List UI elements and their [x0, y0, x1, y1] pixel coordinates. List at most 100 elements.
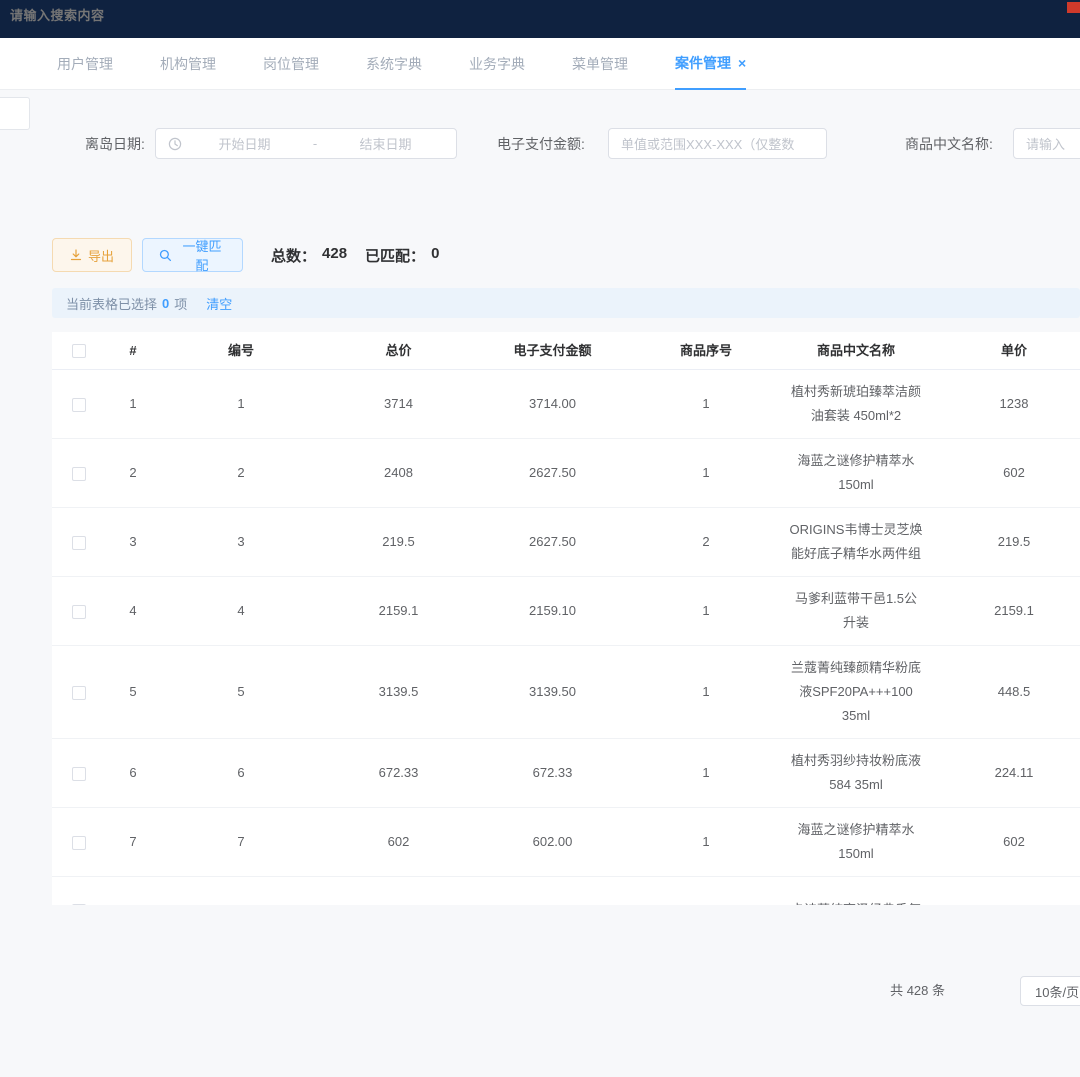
- tab-org-management[interactable]: 机构管理: [160, 38, 216, 90]
- header-unit-price: 单价: [929, 335, 1080, 367]
- cell-total-price: 1066.47: [321, 888, 476, 905]
- selection-prefix: 当前表格已选择: [66, 294, 157, 313]
- cell-index: 8: [105, 888, 161, 905]
- cell-epay-amount: 2627.50: [476, 520, 629, 564]
- matched-label: 已匹配：: [365, 245, 425, 266]
- cell-unit-price: 602: [929, 451, 1080, 495]
- tab-post-management[interactable]: 岗位管理: [263, 38, 319, 90]
- epay-amount-label: 电子支付金额:: [497, 128, 585, 160]
- table-row: 2 2 2408 2627.50 1 海蓝之谜修护精萃水 150ml 602: [52, 439, 1080, 508]
- end-date-placeholder: 结束日期: [327, 134, 444, 153]
- table-row: 5 5 3139.5 3139.50 1 兰蔻菁纯臻颜精华粉底液SPF20PA+…: [52, 646, 1080, 739]
- cell-product-seq: 1: [629, 888, 783, 905]
- cell-product-name: 海蓝之谜修护精萃水 150ml: [783, 439, 929, 507]
- cell-total-price: 2408: [321, 451, 476, 495]
- row-checkbox[interactable]: [72, 767, 86, 781]
- cell-unit-price: 448.5: [929, 670, 1080, 714]
- cell-epay-amount: 1066.47: [476, 888, 629, 905]
- data-table: # 编号 总价 电子支付金额 商品序号 商品中文名称 单价 1 1 3714 3…: [52, 332, 1080, 905]
- product-name-label: 商品中文名称:: [905, 128, 993, 160]
- clear-selection-link[interactable]: 清空: [206, 294, 232, 313]
- cell-unit-price: 224.11: [929, 751, 1080, 795]
- selection-suffix: 项: [174, 294, 187, 313]
- one-click-match-button[interactable]: 一键匹配: [142, 238, 243, 272]
- cell-total-price: 672.33: [321, 751, 476, 795]
- header-index: #: [105, 335, 161, 367]
- cell-epay-amount: 672.33: [476, 751, 629, 795]
- row-checkbox[interactable]: [72, 904, 86, 905]
- table-row: 7 7 602 602.00 1 海蓝之谜修护精萃水 150ml 602: [52, 808, 1080, 877]
- table-row: 3 3 219.5 2627.50 2 ORIGINS韦博士灵芝焕能好底子精华水…: [52, 508, 1080, 577]
- cell-epay-amount: 3139.50: [476, 670, 629, 714]
- cell-epay-amount: 2627.50: [476, 451, 629, 495]
- collapsed-panel-stub[interactable]: [0, 97, 30, 130]
- cell-unit-price: 1238: [929, 382, 1080, 426]
- epay-amount-input[interactable]: 单值或范围XXX-XXX（仅整数: [608, 128, 827, 159]
- cell-index: 2: [105, 451, 161, 495]
- pagination-total: 共 428 条: [890, 975, 945, 1007]
- matched-value: 0: [431, 245, 439, 266]
- header-code: 编号: [161, 335, 321, 367]
- page-size-select[interactable]: 10条/页: [1020, 976, 1080, 1006]
- row-checkbox[interactable]: [72, 686, 86, 700]
- cell-code: 7: [161, 820, 321, 864]
- tab-case-management-label: 案件管理: [675, 53, 731, 73]
- cell-epay-amount: 2159.10: [476, 589, 629, 633]
- cell-code: 8: [161, 888, 321, 905]
- table-body: 1 1 3714 3714.00 1 植村秀新琥珀臻萃洁颜油套装 450ml*2…: [52, 370, 1080, 905]
- cell-unit-price: 602: [929, 820, 1080, 864]
- cell-code: 4: [161, 589, 321, 633]
- stats-text: 总数： 428 已匹配： 0: [271, 245, 439, 266]
- table-header-row: # 编号 总价 电子支付金额 商品序号 商品中文名称 单价: [52, 332, 1080, 370]
- selection-count: 0: [162, 296, 169, 311]
- cell-product-name: 马爹利蓝带干邑1.5公升装: [783, 577, 929, 645]
- selection-bar: 当前表格已选择 0 项 清空: [52, 288, 1080, 318]
- table-row: 1 1 3714 3714.00 1 植村秀新琥珀臻萃洁颜油套装 450ml*2…: [52, 370, 1080, 439]
- cell-product-name: 植村秀新琥珀臻萃洁颜油套装 450ml*2: [783, 370, 929, 438]
- export-button-label: 导出: [88, 246, 114, 265]
- search-icon: [159, 249, 172, 262]
- cell-code: 5: [161, 670, 321, 714]
- page-size-value: 10条/页: [1035, 982, 1079, 1001]
- cell-index: 6: [105, 751, 161, 795]
- row-checkbox[interactable]: [72, 836, 86, 850]
- cell-product-seq: 2: [629, 520, 783, 564]
- product-name-input[interactable]: 请输入: [1013, 128, 1080, 159]
- header-product-name: 商品中文名称: [783, 335, 929, 367]
- product-name-placeholder: 请输入: [1026, 134, 1065, 153]
- row-checkbox[interactable]: [72, 398, 86, 412]
- tab-business-dict[interactable]: 业务字典: [469, 38, 525, 90]
- cell-product-seq: 1: [629, 382, 783, 426]
- tab-case-management[interactable]: 案件管理 ×: [675, 38, 746, 90]
- cell-total-price: 3139.5: [321, 670, 476, 714]
- cell-index: 5: [105, 670, 161, 714]
- row-checkbox[interactable]: [72, 605, 86, 619]
- total-value: 428: [322, 245, 347, 266]
- page: 用户管理 机构管理 岗位管理 系统字典 业务字典 菜单管理 案件管理 × 离岛日…: [0, 0, 1080, 1077]
- tab-close-icon[interactable]: ×: [738, 56, 746, 70]
- cell-code: 6: [161, 751, 321, 795]
- table-row: 8 8 1066.47 1066.47 1 卡诗菁纯亮泽经典香氛 533.23: [52, 877, 1080, 905]
- date-range-input[interactable]: 开始日期 - 结束日期: [155, 128, 457, 159]
- cell-product-seq: 1: [629, 820, 783, 864]
- header-epay-amount: 电子支付金额: [476, 335, 629, 367]
- export-button[interactable]: 导出: [52, 238, 132, 272]
- cell-product-seq: 1: [629, 751, 783, 795]
- tab-user-management[interactable]: 用户管理: [57, 38, 113, 90]
- tab-menu-management[interactable]: 菜单管理: [572, 38, 628, 90]
- date-range-separator: -: [303, 136, 327, 151]
- one-click-match-label: 一键匹配: [178, 236, 226, 274]
- row-checkbox[interactable]: [72, 536, 86, 550]
- cell-index: 3: [105, 520, 161, 564]
- clock-icon: [168, 137, 182, 151]
- cell-product-name: ORIGINS韦博士灵芝焕能好底子精华水两件组: [783, 508, 929, 576]
- cell-index: 4: [105, 589, 161, 633]
- select-all-checkbox[interactable]: [72, 344, 86, 358]
- global-search-input[interactable]: [10, 8, 250, 23]
- row-checkbox[interactable]: [72, 467, 86, 481]
- total-label: 总数：: [271, 245, 316, 266]
- cell-index: 1: [105, 382, 161, 426]
- tab-system-dict[interactable]: 系统字典: [366, 38, 422, 90]
- header-product-seq: 商品序号: [629, 335, 783, 367]
- top-bar: [0, 0, 1080, 38]
